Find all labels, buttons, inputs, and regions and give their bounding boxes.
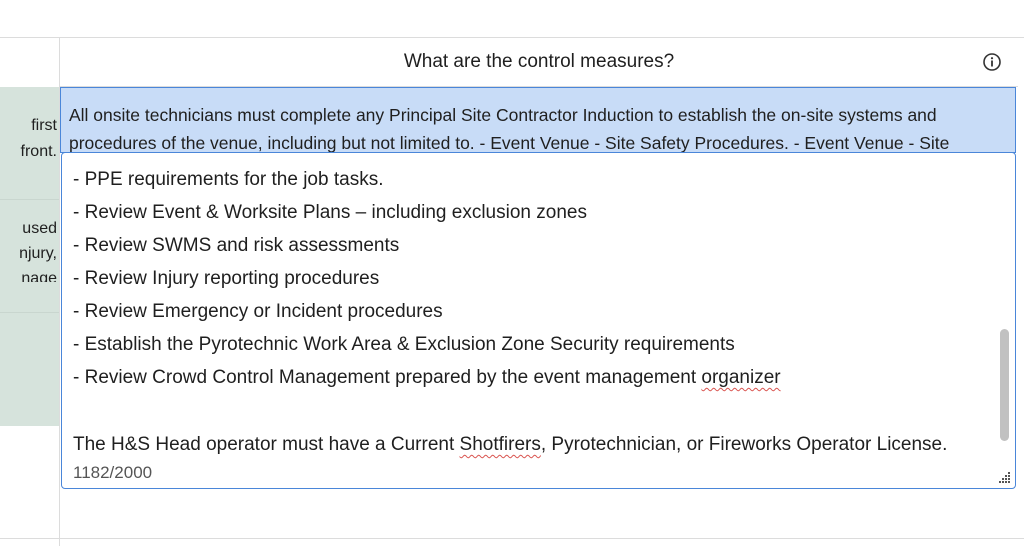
- spellcheck-word[interactable]: organizer: [701, 367, 780, 388]
- character-counter: 1182/2000: [73, 463, 153, 482]
- left-cell-1-line-2: front.: [20, 143, 57, 160]
- left-cell-2-line-3: nage: [21, 270, 57, 282]
- editor-line-7: - Review Crowd Control Management prepar…: [73, 361, 985, 394]
- editor-line-1: - PPE requirements for the job tasks.: [73, 169, 384, 190]
- editor-line-3: - Review SWMS and risk assessments: [73, 235, 400, 256]
- info-circle-icon[interactable]: [982, 52, 1002, 72]
- editor-scrollbar[interactable]: [1000, 329, 1009, 441]
- editor-line-4: - Review Injury reporting procedures: [73, 268, 380, 289]
- left-cell-2[interactable]: used njury, nage: [0, 200, 59, 312]
- left-cell-1[interactable]: first front.: [0, 87, 59, 199]
- left-cell-1-line-1: first: [31, 117, 57, 134]
- license-text-prefix: The H&S Head operator must have a Curren…: [73, 434, 460, 455]
- left-cell-2-line-2: njury,: [19, 245, 57, 262]
- selected-cell-text: All onsite technicians must complete any…: [69, 105, 950, 153]
- table-bottom-border: [0, 538, 1024, 539]
- editor-line-2: - Review Event & Worksite Plans – includ…: [73, 202, 587, 223]
- column-header-label: What are the control measures?: [403, 51, 675, 72]
- left-cell-2-line-1: used: [22, 220, 57, 237]
- left-cell-3[interactable]: [0, 313, 59, 426]
- selected-cell[interactable]: All onsite technicians must complete any…: [60, 87, 1016, 153]
- cell-text-editor[interactable]: - PPE requirements for the job tasks. - …: [61, 152, 1016, 489]
- resize-handle-icon[interactable]: [997, 470, 1011, 484]
- spellcheck-word[interactable]: Shotfirers: [460, 434, 541, 455]
- editor-content[interactable]: - PPE requirements for the job tasks. - …: [73, 163, 985, 394]
- editor-line-7-text: - Review Crowd Control Management prepar…: [73, 367, 702, 388]
- column-header[interactable]: What are the control measures?: [60, 38, 1018, 86]
- editor-line-5: - Review Emergency or Incident procedure…: [73, 301, 443, 322]
- editor-line-6: - Establish the Pyrotechnic Work Area & …: [73, 334, 735, 355]
- license-text-suffix: , Pyrotechnician, or Fireworks Operator …: [540, 434, 948, 455]
- license-line: The H&S Head operator must have a Curren…: [73, 428, 947, 461]
